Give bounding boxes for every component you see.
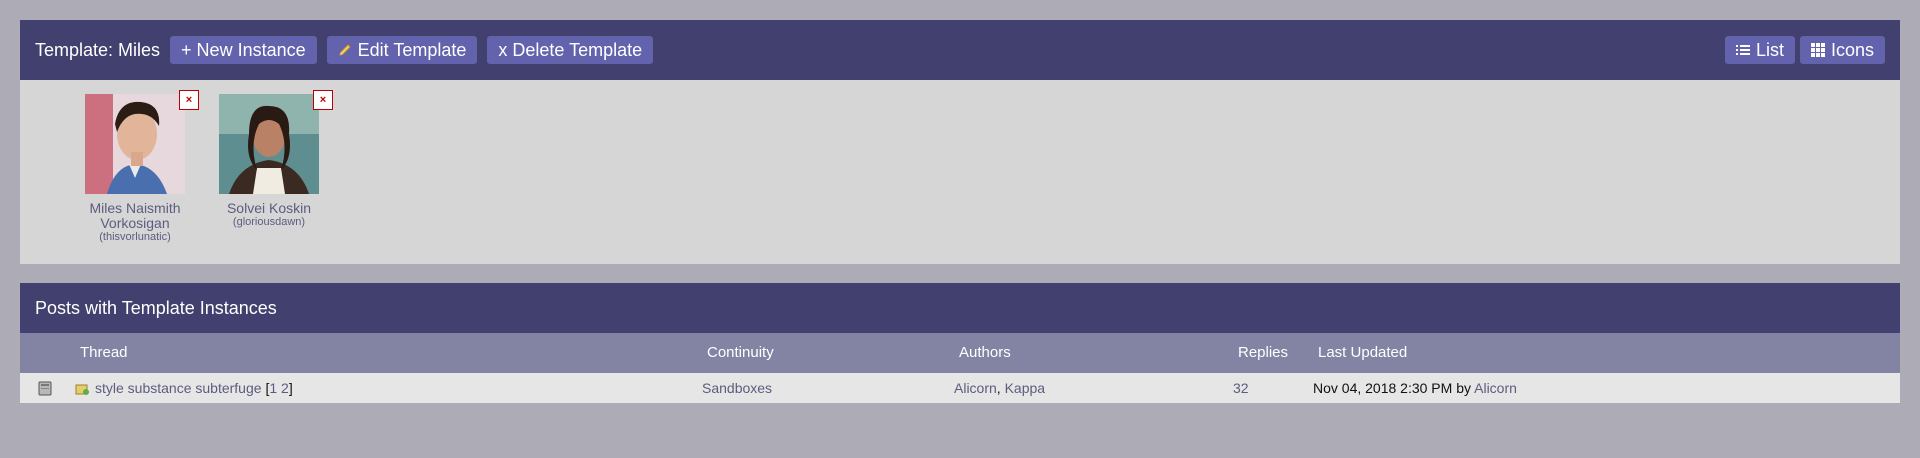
character-name-link[interactable]: Miles Naismith Vorkosigan xyxy=(75,201,195,231)
column-authors[interactable]: Authors xyxy=(959,344,1011,361)
thread-cell: style substance subterfuge [1 2] xyxy=(95,380,293,396)
column-continuity[interactable]: Continuity xyxy=(707,344,774,361)
page-title: Template: Miles xyxy=(35,39,161,60)
column-last-updated[interactable]: Last Updated xyxy=(1318,344,1407,361)
character-card: × Solvei Koskin (gloriousdawn) xyxy=(209,90,333,229)
avatar-wrap: × xyxy=(219,90,333,194)
template-header: Template: Miles + New Instance Edit Temp… xyxy=(20,20,1900,80)
posts-header: Posts with Template Instances xyxy=(20,283,1900,333)
list-view-button[interactable]: List xyxy=(1724,36,1795,64)
character-gallery: × Miles Naismith Vorkosigan (thisvorluna… xyxy=(20,80,1900,264)
last-author-link[interactable]: Alicorn xyxy=(1474,380,1517,396)
last-updated-time: Nov 04, 2018 2:30 PM xyxy=(1313,380,1453,396)
character-screenname: (gloriousdawn) xyxy=(232,216,306,228)
page-bracket-close: ] xyxy=(288,380,293,396)
posts-panel: Posts with Template Instances Thread Con… xyxy=(20,283,1900,403)
icons-view-label: Icons xyxy=(1830,39,1874,60)
grid-icon xyxy=(1810,43,1825,57)
authors-cell: Alicorn, Kappa xyxy=(954,380,1045,396)
character-card: × Miles Naismith Vorkosigan (thisvorluna… xyxy=(75,90,199,244)
list-icon xyxy=(1735,44,1750,56)
replies-link[interactable]: 32 xyxy=(1233,380,1249,396)
author-separator: , xyxy=(996,380,1001,396)
posts-table-header: Thread Continuity Authors Replies Last U… xyxy=(20,333,1900,373)
remove-character-button[interactable]: × xyxy=(313,90,333,110)
by-label: by xyxy=(1456,380,1471,396)
unread-post-icon[interactable] xyxy=(38,381,52,399)
remove-character-button[interactable]: × xyxy=(179,90,199,110)
new-instance-button[interactable]: + New Instance xyxy=(170,36,317,64)
character-screenname: (thisvorlunatic) xyxy=(99,231,171,243)
delete-template-label: x Delete Template xyxy=(498,39,643,60)
avatar-wrap: × xyxy=(85,90,199,194)
thread-link[interactable]: style substance subterfuge xyxy=(95,380,262,396)
posts-title: Posts with Template Instances xyxy=(35,297,277,318)
pencil-icon xyxy=(338,43,352,57)
continuity-link[interactable]: Sandboxes xyxy=(702,380,772,396)
last-updated-cell: Nov 04, 2018 2:30 PM by Alicorn xyxy=(1313,380,1517,396)
new-instance-label: + New Instance xyxy=(181,39,306,60)
column-replies[interactable]: Replies xyxy=(1238,344,1288,361)
list-view-label: List xyxy=(1755,39,1784,60)
author-link[interactable]: Kappa xyxy=(1005,380,1045,396)
page-link-2[interactable]: 2 xyxy=(281,380,289,396)
character-name-link[interactable]: Solvei Koskin xyxy=(209,201,329,216)
edit-template-button[interactable]: Edit Template xyxy=(326,36,478,64)
page-link-1[interactable]: 1 xyxy=(269,380,277,396)
edit-template-label: Edit Template xyxy=(357,39,467,60)
avatar[interactable] xyxy=(85,94,185,194)
author-link[interactable]: Alicorn xyxy=(954,380,997,396)
template-panel: Template: Miles + New Instance Edit Temp… xyxy=(20,20,1900,264)
avatar[interactable] xyxy=(219,94,319,194)
delete-template-button[interactable]: x Delete Template xyxy=(487,36,654,64)
icons-view-button[interactable]: Icons xyxy=(1799,36,1885,64)
table-row: style substance subterfuge [1 2] Sandbox… xyxy=(20,373,1900,403)
thread-icon xyxy=(75,382,90,399)
column-thread[interactable]: Thread xyxy=(80,344,128,361)
